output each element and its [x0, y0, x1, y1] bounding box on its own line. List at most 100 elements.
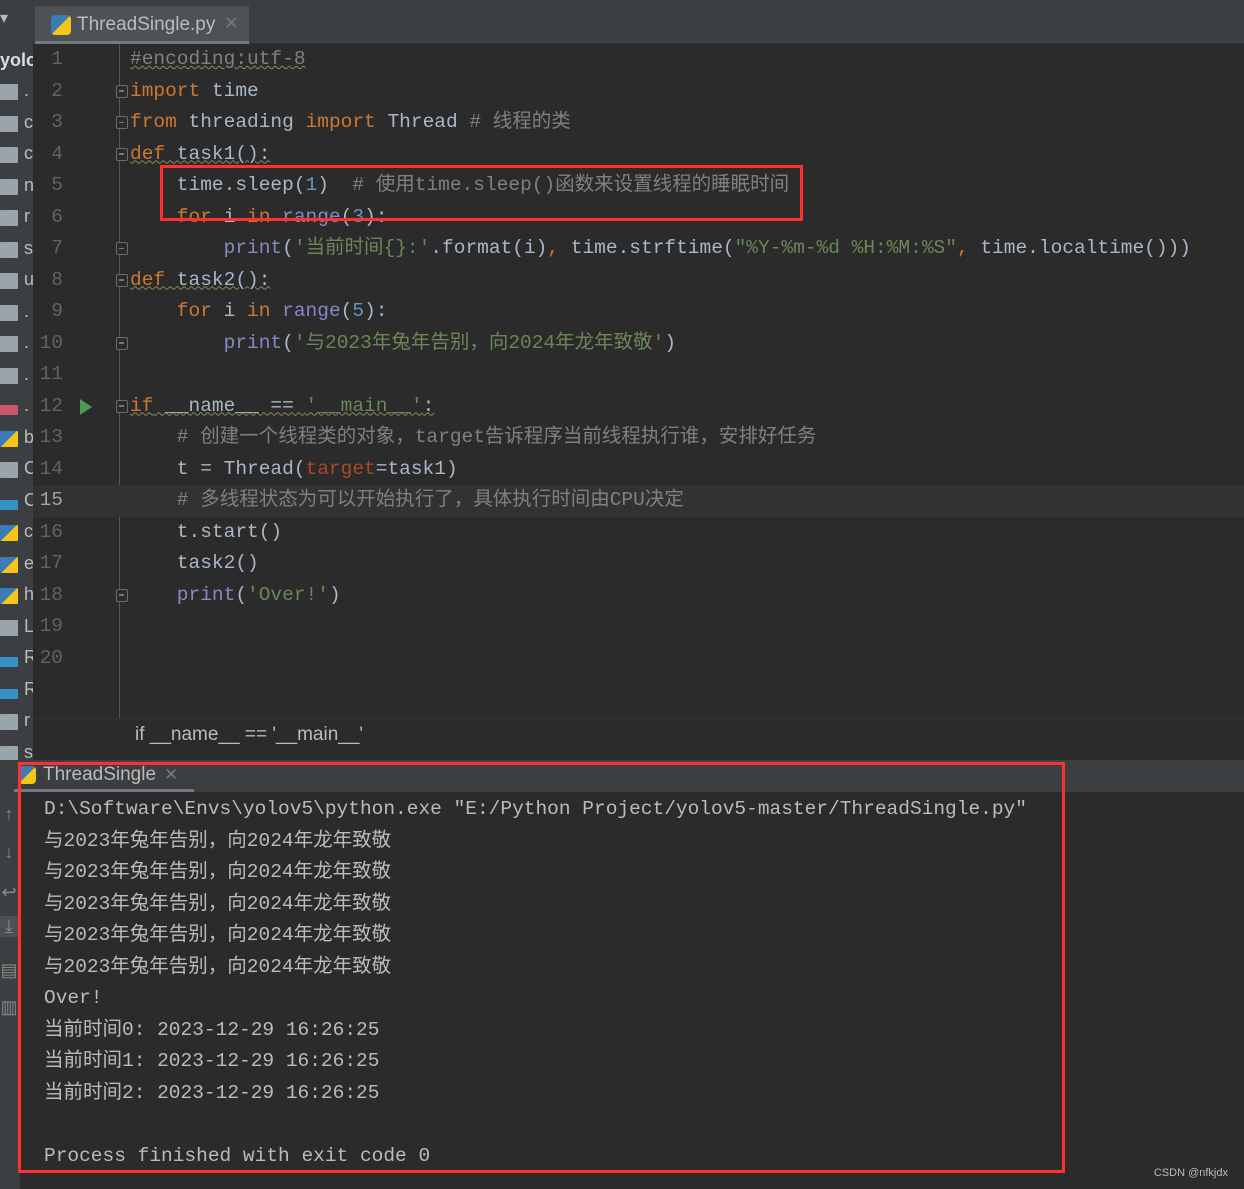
code-token: def: [130, 268, 166, 291]
fold-icon[interactable]: [116, 336, 128, 350]
sidebar-item[interactable]: C: [0, 490, 33, 514]
code-editor[interactable]: 1 #encoding:utf-8 2 import time 3 from thread…: [33, 44, 1244, 718]
collapse-icon[interactable]: ▾: [0, 8, 8, 28]
sidebar-item[interactable]: b: [0, 427, 33, 451]
code-line[interactable]: 16 t.start(): [33, 517, 1244, 549]
sidebar-item-label: .: [24, 395, 30, 415]
sidebar-item[interactable]: c: [0, 112, 33, 136]
sidebar-item[interactable]: .: [0, 364, 33, 388]
sidebar-item[interactable]: e: [0, 553, 33, 577]
sidebar-item[interactable]: s: [0, 238, 33, 262]
line-number: 12: [39, 394, 63, 417]
editor-tab-bar: ThreadSingle.py ✕: [33, 0, 1244, 44]
code-token: def: [130, 142, 166, 165]
code-token: '当前时间{}:': [293, 237, 431, 259]
sidebar-item[interactable]: .: [0, 332, 33, 356]
code-line[interactable]: 6 for i in range(3):: [33, 202, 1244, 234]
file-icon: [0, 304, 18, 321]
code-line[interactable]: 10 print('与2023年兔年告别，向2024年龙年致敬'): [33, 328, 1244, 360]
code-token: task2(): [130, 552, 259, 574]
python-icon: [18, 766, 36, 784]
code-line[interactable]: 9 for i in range(5):: [33, 296, 1244, 328]
sidebar-item-label: .: [24, 80, 30, 100]
code-line[interactable]: 2 import time: [33, 76, 1244, 108]
code-token: time.sleep(: [130, 174, 306, 196]
run-console[interactable]: D:\Software\Envs\yolov5\python.exe "E:/P…: [20, 792, 1244, 1189]
sidebar-item[interactable]: L: [0, 616, 33, 640]
fold-icon[interactable]: [116, 147, 128, 161]
code-line[interactable]: 12 if __name__ == '__main__':: [33, 391, 1244, 423]
code-line[interactable]: 8 def task2():: [33, 265, 1244, 297]
sidebar-item[interactable]: u: [0, 269, 33, 293]
fold-icon[interactable]: [116, 84, 128, 98]
console-line: 当前时间2: 2023-12-29 16:26:25: [44, 1081, 380, 1104]
code-token: '与2023年兔年告别，向2024年龙年致敬': [293, 331, 665, 354]
print-icon[interactable]: ▤: [0, 960, 18, 981]
code-line[interactable]: 7 print('当前时间{}:'.format(i), time.strfti…: [33, 233, 1244, 265]
code-token: ): [328, 583, 341, 606]
console-line: 与2023年兔年告别，向2024年龙年致敬: [44, 924, 392, 946]
code-line[interactable]: 5 time.sleep(1) # 使用time.sleep()函数来设置线程的…: [33, 170, 1244, 202]
close-icon[interactable]: ✕: [224, 13, 239, 34]
code-line[interactable]: 1 #encoding:utf-8: [33, 44, 1244, 76]
sidebar-item-label: L: [24, 615, 33, 636]
sidebar-item[interactable]: n: [0, 175, 33, 199]
code-line[interactable]: 17 task2(): [33, 548, 1244, 580]
fold-icon[interactable]: [116, 588, 128, 602]
sidebar-item[interactable]: c: [0, 143, 33, 167]
code-line[interactable]: 11: [33, 359, 1244, 391]
scroll-to-end-icon[interactable]: ⤓: [0, 916, 18, 937]
line-number: 15: [39, 489, 63, 511]
soft-wrap-icon[interactable]: ↩: [0, 882, 18, 903]
sidebar-item-label: .: [24, 332, 30, 352]
trash-icon[interactable]: ▥: [0, 997, 18, 1018]
code-line[interactable]: 15 # 多线程状态为可以开始执行了，具体执行时间由CPU决定: [33, 485, 1244, 517]
console-line: 当前时间0: 2023-12-29 16:26:25: [44, 1018, 380, 1041]
code-text: t = Thread(target=task1): [130, 454, 458, 486]
tab-threadsingle-py[interactable]: ThreadSingle.py ✕: [35, 6, 249, 44]
close-icon[interactable]: ✕: [164, 765, 178, 784]
tab-label: ThreadSingle.py: [77, 14, 216, 35]
code-token: .format(i): [430, 237, 548, 259]
line-number: 18: [39, 583, 63, 606]
code-text: from threading import Thread # 线程的类: [130, 107, 571, 139]
code-token: for: [130, 300, 212, 322]
code-line[interactable]: 18 print('Over!'): [33, 580, 1244, 612]
arrow-up-icon[interactable]: ↑: [0, 804, 18, 825]
console-line: 与2023年兔年告别，向2024年龙年致敬: [44, 892, 392, 915]
sidebar-item[interactable]: s: [0, 742, 33, 760]
fold-icon[interactable]: [116, 273, 128, 287]
sidebar-item[interactable]: .: [0, 301, 33, 325]
sidebar-item[interactable]: h: [0, 584, 33, 608]
code-line[interactable]: 14 t = Thread(target=task1): [33, 454, 1244, 486]
sidebar-item[interactable]: R: [0, 647, 33, 671]
sidebar-item[interactable]: C: [0, 458, 33, 482]
fold-icon[interactable]: [116, 399, 128, 413]
project-root[interactable]: yolo: [0, 50, 33, 71]
fold-icon[interactable]: [116, 242, 128, 255]
sidebar-item[interactable]: R: [0, 679, 33, 703]
sidebar-item[interactable]: r: [0, 710, 33, 734]
sidebar-item[interactable]: c: [0, 521, 33, 545]
breadcrumb[interactable]: if __name__ == '__main__': [33, 718, 1244, 752]
yml-file-icon: [0, 405, 18, 415]
code-token: ,: [956, 237, 969, 259]
sidebar-item[interactable]: .: [0, 395, 33, 419]
code-line[interactable]: 4 def task1():: [33, 139, 1244, 171]
sidebar-item[interactable]: r: [0, 206, 33, 230]
line-number: 19: [39, 615, 63, 637]
sidebar-item-label: b: [24, 426, 33, 447]
folder-icon: [0, 178, 18, 195]
line-number: 13: [39, 426, 63, 448]
ignore-file-icon: [0, 367, 18, 384]
code-line[interactable]: 20: [33, 643, 1244, 675]
code-line[interactable]: 13 # 创建一个线程类的对象，target告诉程序当前线程执行谁，安排好任务: [33, 422, 1244, 454]
line-number: 20: [39, 646, 63, 669]
tab-run-threadsingle[interactable]: ThreadSingle ✕: [14, 760, 194, 792]
fold-icon[interactable]: [116, 116, 128, 129]
run-icon[interactable]: [80, 398, 92, 415]
code-line[interactable]: 19: [33, 611, 1244, 643]
arrow-down-icon[interactable]: ↓: [0, 842, 18, 863]
code-line[interactable]: 3 from threading import Thread # 线程的类: [33, 107, 1244, 139]
sidebar-item[interactable]: .: [0, 80, 33, 104]
